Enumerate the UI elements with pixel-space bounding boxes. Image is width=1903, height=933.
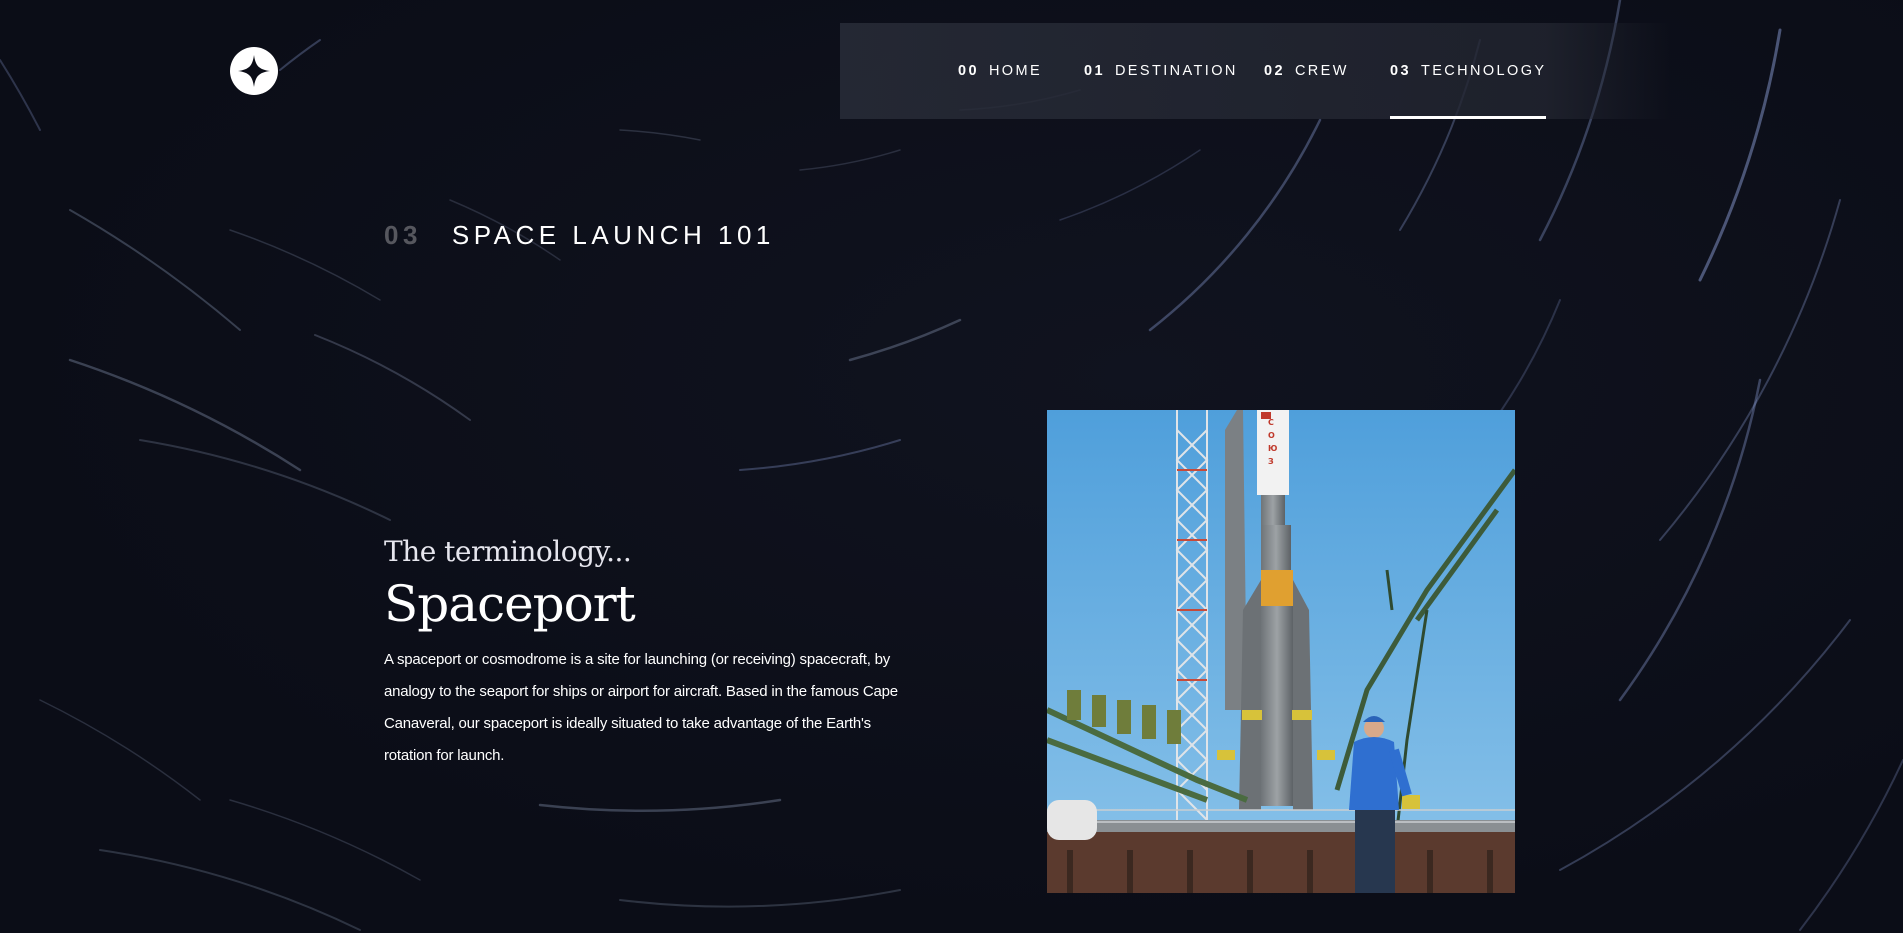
svg-text:C: C (1268, 418, 1274, 427)
nav-item-label: TECHNOLOGY (1420, 63, 1547, 79)
page-title: 03 SPACE LAUNCH 101 (384, 220, 775, 251)
star-logo-icon[interactable] (230, 47, 278, 95)
nav-item-crew[interactable]: 02 CREW (1264, 23, 1349, 119)
technology-image: C O Ю З (1047, 410, 1515, 893)
main-nav: 00 HOME 01 DESTINATION 02 CREW 03 TECHNO… (840, 23, 1670, 119)
nav-item-label: CREW (1294, 63, 1349, 79)
terminology-kicker: The terminology... (384, 535, 632, 568)
star-trails-background (0, 0, 1903, 931)
nav-item-home[interactable]: 00 HOME (958, 23, 1042, 119)
page-number: 03 (384, 220, 422, 250)
nav-item-number: 02 (1264, 63, 1285, 79)
page-title-text: SPACE LAUNCH 101 (451, 220, 775, 250)
nav-item-label: DESTINATION (1114, 63, 1238, 79)
nav-item-technology[interactable]: 03 TECHNOLOGY (1390, 23, 1547, 119)
technology-description: A spaceport or cosmodrome is a site for … (384, 651, 898, 764)
technology-page: 00 HOME 01 DESTINATION 02 CREW 03 TECHNO… (0, 0, 1903, 933)
svg-text:Ю: Ю (1268, 444, 1277, 453)
nav-item-number: 03 (1390, 63, 1411, 79)
svg-text:З: З (1268, 457, 1274, 466)
technology-name: Spaceport (384, 575, 636, 633)
nav-item-number: 00 (958, 63, 979, 79)
nav-item-label: HOME (988, 63, 1043, 79)
svg-text:O: O (1268, 431, 1275, 440)
spaceport-illustration: C O Ю З (1047, 410, 1515, 893)
nav-item-destination[interactable]: 01 DESTINATION (1084, 23, 1238, 119)
nav-item-number: 01 (1084, 63, 1105, 79)
